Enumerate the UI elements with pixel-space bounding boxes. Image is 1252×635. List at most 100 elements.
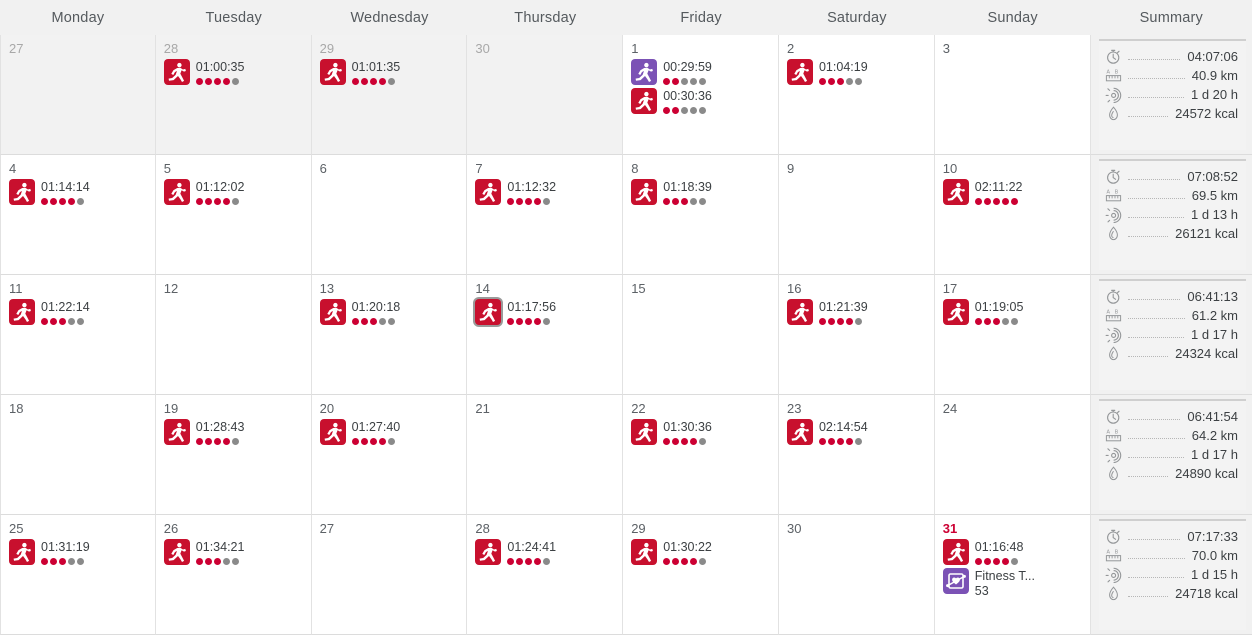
- day-cell[interactable]: 24: [934, 395, 1091, 515]
- running-icon[interactable]: [942, 539, 969, 565]
- activity-entry[interactable]: 01:01:35: [319, 59, 459, 85]
- intensity-dot: [213, 558, 221, 565]
- activity-entry[interactable]: 01:18:39: [631, 179, 770, 205]
- day-cell[interactable]: 21: [467, 395, 624, 515]
- activity-entry[interactable]: 01:17:56: [475, 299, 614, 325]
- activity-entry[interactable]: 02:11:22: [942, 179, 1082, 205]
- day-cell[interactable]: 28 01:24:41: [467, 515, 624, 635]
- day-cell[interactable]: 13 01:20:18: [311, 275, 468, 395]
- running-icon[interactable]: [786, 419, 813, 445]
- running-icon[interactable]: [475, 179, 502, 205]
- running-icon[interactable]: [9, 539, 35, 565]
- flame-icon: [1105, 465, 1122, 482]
- day-cell[interactable]: 22 01:30:36: [623, 395, 779, 515]
- day-cell[interactable]: 20 01:27:40: [311, 395, 468, 515]
- activity-entry[interactable]: 01:04:19: [786, 59, 926, 85]
- activity-entry[interactable]: 01:20:18: [319, 299, 459, 325]
- running-icon[interactable]: [631, 539, 658, 565]
- activity-entry[interactable]: 01:12:32: [475, 179, 614, 205]
- activity-entry[interactable]: 01:28:43: [163, 419, 303, 445]
- day-cell[interactable]: 14 01:17:56: [467, 275, 624, 395]
- running-icon[interactable]: [9, 179, 35, 205]
- day-cell[interactable]: 4 01:14:14: [0, 155, 156, 275]
- day-cell[interactable]: 27: [0, 35, 156, 155]
- summary-value-distance: 69.5 km: [1191, 188, 1238, 203]
- intensity-dot: [195, 558, 203, 565]
- day-number: 28: [163, 41, 179, 56]
- day-cell[interactable]: 29 01:01:35: [311, 35, 468, 155]
- day-cell[interactable]: 28 01:00:35: [155, 35, 312, 155]
- running-icon[interactable]: [319, 419, 346, 445]
- activity-entry[interactable]: 01:16:48: [942, 539, 1082, 565]
- running-icon[interactable]: [475, 299, 502, 325]
- day-cell[interactable]: 29 01:30:22: [623, 515, 779, 635]
- day-cell[interactable]: 25 01:31:19: [0, 515, 156, 635]
- running-icon[interactable]: [9, 299, 35, 325]
- day-cell[interactable]: 10 02:11:22: [934, 155, 1091, 275]
- day-cell[interactable]: 2 01:04:19: [778, 35, 935, 155]
- activity-entry[interactable]: 00:29:59: [631, 59, 770, 85]
- running-icon[interactable]: [163, 59, 190, 85]
- running-icon[interactable]: [163, 539, 190, 565]
- running-icon[interactable]: [631, 59, 658, 85]
- activity-entry[interactable]: 01:14:14: [9, 179, 147, 205]
- activity-entry[interactable]: 01:00:35: [163, 59, 303, 85]
- flame-icon: [1105, 345, 1122, 362]
- day-cell[interactable]: 18: [0, 395, 156, 515]
- activity-entry[interactable]: 00:30:36: [631, 88, 770, 114]
- running-icon[interactable]: [319, 59, 346, 85]
- activity-entry[interactable]: 01:21:39: [786, 299, 926, 325]
- running-icon[interactable]: [631, 88, 658, 114]
- day-cell[interactable]: 30: [467, 35, 624, 155]
- week-summary-cell: 04:07:06 A B 40.9 km 1 d 20 h 24572 kcal: [1090, 35, 1252, 155]
- day-cell[interactable]: 1 00:29:59 00:30:36: [623, 35, 779, 155]
- summary-header: Summary: [1139, 9, 1203, 26]
- day-cell[interactable]: 9: [778, 155, 935, 275]
- day-cell[interactable]: 7 01:12:32: [467, 155, 624, 275]
- day-cell[interactable]: 30: [778, 515, 935, 635]
- day-cell[interactable]: 3: [934, 35, 1091, 155]
- running-icon[interactable]: [319, 299, 346, 325]
- running-icon[interactable]: [786, 59, 813, 85]
- day-cell[interactable]: 16 01:21:39: [778, 275, 935, 395]
- intensity-dot: [992, 318, 1000, 325]
- activity-entry[interactable]: 01:34:21: [163, 539, 303, 565]
- intensity-dot: [369, 78, 377, 85]
- day-cell[interactable]: 8 01:18:39: [623, 155, 779, 275]
- day-cell[interactable]: 6: [311, 155, 468, 275]
- day-cell[interactable]: 5 01:12:02: [155, 155, 312, 275]
- day-cell[interactable]: 19 01:28:43: [155, 395, 312, 515]
- day-cell[interactable]: 31 01:16:48 Fitness T... 53: [934, 515, 1091, 635]
- activity-entry[interactable]: Fitness T... 53: [942, 568, 1082, 599]
- day-cell[interactable]: 12: [155, 275, 312, 395]
- day-cell[interactable]: 11 01:22:14: [0, 275, 156, 395]
- running-icon[interactable]: [163, 179, 190, 205]
- running-icon[interactable]: [631, 419, 658, 445]
- fitness-test-heart-icon[interactable]: [942, 568, 969, 594]
- day-cell[interactable]: 26 01:34:21: [155, 515, 312, 635]
- activity-entry[interactable]: 02:14:54: [786, 419, 926, 445]
- activity-entry[interactable]: 01:19:05: [942, 299, 1082, 325]
- activity-entry[interactable]: 01:30:22: [631, 539, 770, 565]
- activity-entry[interactable]: 01:22:14: [9, 299, 147, 325]
- activity-title: 01:00:35: [195, 60, 245, 74]
- activity-entry[interactable]: 01:12:02: [163, 179, 303, 205]
- activity-entry[interactable]: 01:24:41: [475, 539, 614, 565]
- running-icon[interactable]: [942, 299, 969, 325]
- running-icon[interactable]: [942, 179, 969, 205]
- activity-entry[interactable]: 01:27:40: [319, 419, 459, 445]
- weekday-header-sunday: Sunday: [987, 9, 1038, 26]
- svg-text:B: B: [1114, 189, 1118, 195]
- running-icon[interactable]: [163, 419, 190, 445]
- running-icon[interactable]: [786, 299, 813, 325]
- day-cell[interactable]: 15: [623, 275, 779, 395]
- activity-entry[interactable]: 01:30:36: [631, 419, 770, 445]
- day-cell[interactable]: 27: [311, 515, 468, 635]
- activity-entry[interactable]: 01:31:19: [9, 539, 147, 565]
- running-icon[interactable]: [475, 539, 502, 565]
- day-cell[interactable]: 23 02:14:54: [778, 395, 935, 515]
- running-icon[interactable]: [631, 179, 658, 205]
- intensity-rating: [351, 318, 401, 325]
- summary-leader-line: [1127, 328, 1184, 338]
- day-cell[interactable]: 17 01:19:05: [934, 275, 1091, 395]
